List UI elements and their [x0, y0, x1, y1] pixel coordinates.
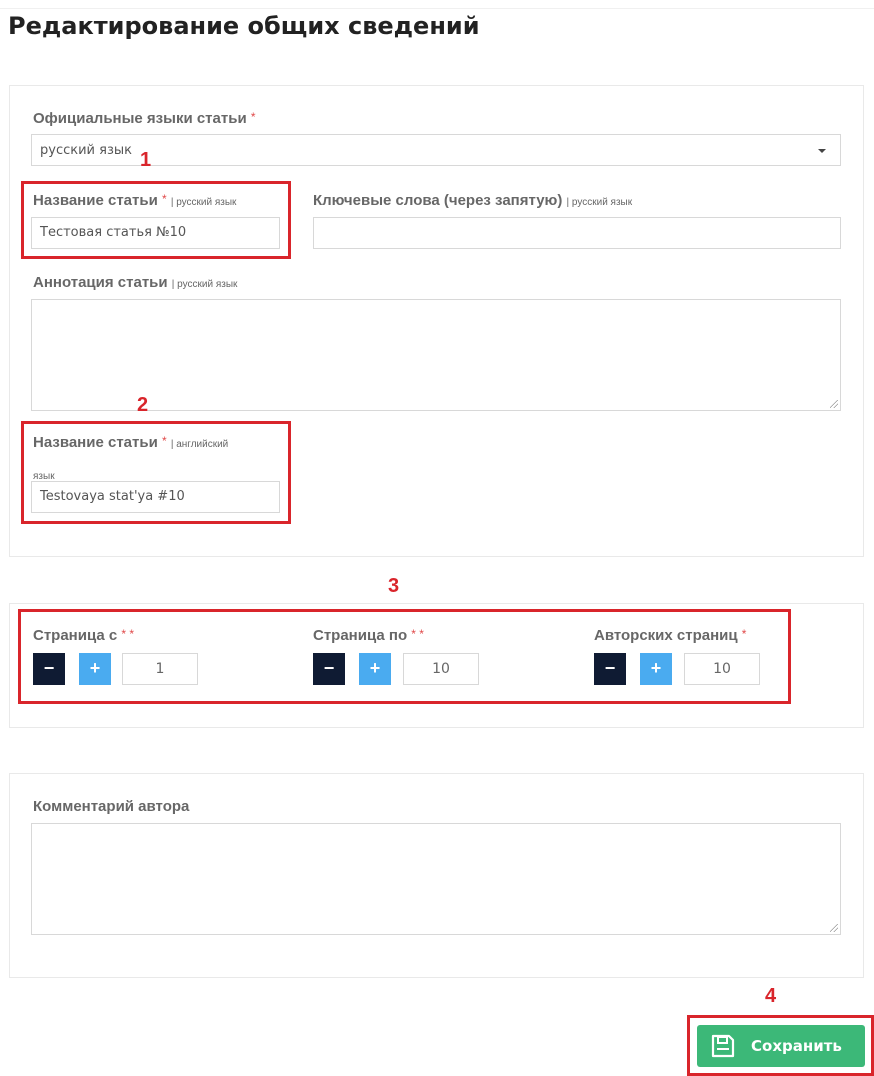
annotation-box-title-en [21, 421, 291, 524]
annotation-box-pages [18, 609, 791, 704]
annotation-marker-1: 1 [140, 149, 152, 171]
keywords-ru-label: Ключевые слова (через запятую) | русский… [313, 192, 632, 209]
languages-select-value: русский язык [40, 143, 132, 158]
keywords-ru-input[interactable] [313, 217, 841, 249]
resize-handle-icon[interactable] [830, 924, 838, 932]
abstract-ru-label: Аннотация статьи | русский язык [33, 274, 237, 291]
chevron-down-icon [818, 149, 826, 153]
languages-select[interactable]: русский язык [31, 134, 841, 166]
annotation-marker-2: 2 [137, 394, 149, 416]
comment-textarea[interactable] [31, 823, 841, 935]
abstract-ru-lang: | русский язык [171, 279, 238, 290]
annotation-marker-3: 3 [388, 575, 400, 597]
abstract-ru-label-text: Аннотация статьи [33, 274, 168, 291]
abstract-ru-textarea[interactable] [31, 299, 841, 411]
page-title: Редактирование общих сведений [8, 12, 480, 40]
keywords-ru-lang: | русский язык [566, 197, 633, 208]
required-mark: * [250, 110, 256, 124]
comment-label: Комментарий автора [33, 798, 190, 815]
annotation-box-save [687, 1015, 874, 1076]
languages-label: Официальные языки статьи * [33, 110, 256, 127]
annotation-marker-4: 4 [765, 985, 777, 1007]
annotation-box-title-ru [21, 181, 291, 259]
resize-handle-icon[interactable] [830, 400, 838, 408]
top-divider [0, 0, 874, 9]
languages-label-text: Официальные языки статьи [33, 110, 247, 127]
keywords-ru-label-text: Ключевые слова (через запятую) [313, 192, 563, 209]
